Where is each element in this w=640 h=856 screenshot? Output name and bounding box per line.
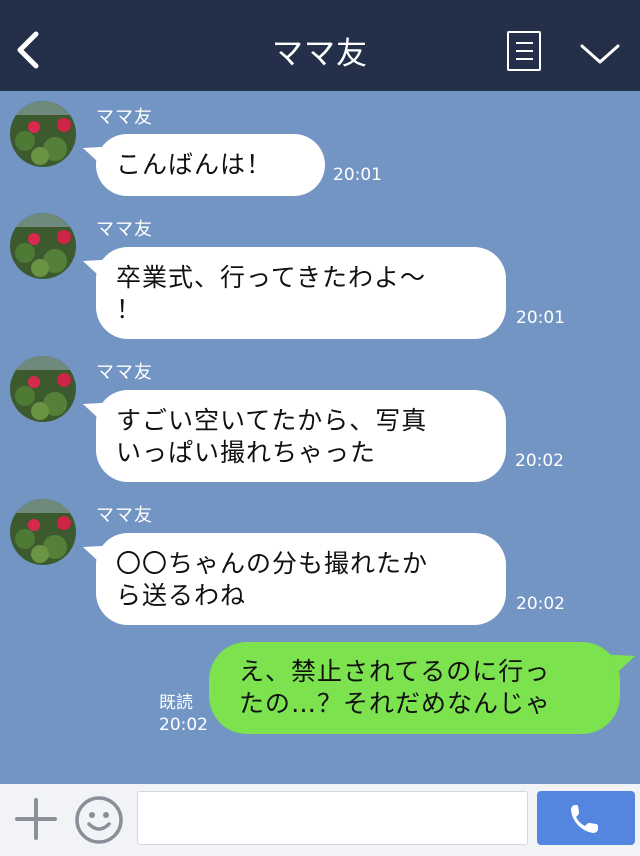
collapse-button[interactable] (578, 38, 622, 68)
message-bubble[interactable]: 卒業式、行ってきたわよ〜 ！ (96, 247, 506, 339)
avatar[interactable] (10, 356, 76, 422)
sender-name: ママ友 (96, 219, 153, 240)
call-button[interactable] (537, 791, 635, 845)
sender-name: ママ友 (96, 362, 153, 383)
emoji-button[interactable] (73, 794, 125, 846)
smiley-icon (75, 796, 123, 844)
sender-name: ママ友 (96, 505, 153, 526)
message-time: 20:01 (333, 165, 382, 185)
avatar[interactable] (10, 499, 76, 565)
message-time: 20:01 (516, 308, 565, 328)
read-receipt: 既読 20:02 (159, 692, 208, 736)
message-time: 20:02 (516, 594, 565, 614)
avatar[interactable] (10, 101, 76, 167)
list-icon (516, 42, 533, 44)
sender-name: ママ友 (96, 107, 153, 128)
message-time: 20:02 (515, 451, 564, 471)
my-message-bubble[interactable]: え、禁止されてるのに行っ たの…？それだめなんじゃ (209, 642, 620, 734)
phone-icon (571, 805, 598, 833)
message-input[interactable] (137, 791, 528, 845)
chat-title: ママ友 (272, 36, 368, 72)
add-button[interactable] (14, 797, 58, 841)
avatar[interactable] (10, 213, 76, 279)
chat-header: ママ友 (0, 0, 640, 91)
message-bubble[interactable]: すごい空いてたから、写真 いっぱい撮れちゃった (96, 390, 506, 482)
plus-icon (15, 798, 57, 840)
message-time: 20:02 (159, 715, 208, 735)
read-label: 既読 (159, 693, 193, 713)
chevron-down-icon (580, 44, 620, 64)
menu-button[interactable] (507, 31, 541, 71)
message-bubble[interactable]: こんばんは！ (96, 134, 325, 196)
message-bubble[interactable]: 〇〇ちゃんの分も撮れたか ら送るわね (96, 533, 506, 625)
